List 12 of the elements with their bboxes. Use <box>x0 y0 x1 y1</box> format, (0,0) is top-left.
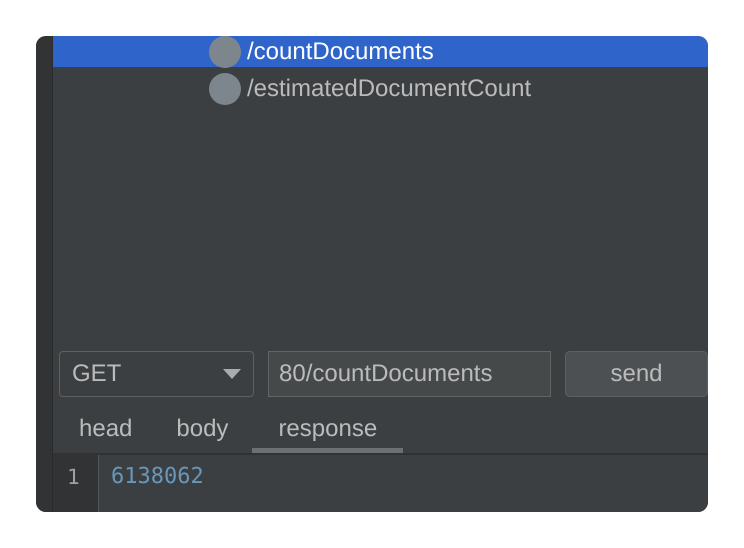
method-dropdown[interactable]: GET <box>59 351 254 397</box>
circle-icon <box>209 72 241 104</box>
circle-icon <box>209 36 241 68</box>
url-field[interactable]: 80/countDocuments <box>268 351 551 397</box>
send-button[interactable]: send <box>565 351 708 397</box>
tab[interactable]: head <box>59 407 152 453</box>
caret-icon <box>223 369 241 379</box>
endpoint-item[interactable]: /estimatedDocumentCount <box>53 71 708 106</box>
response-value: 6138062 <box>110 463 205 489</box>
tab[interactable]: body <box>156 407 248 453</box>
endpoint-item[interactable]: /countDocuments <box>53 36 708 67</box>
line-number: 1 <box>66 464 81 489</box>
